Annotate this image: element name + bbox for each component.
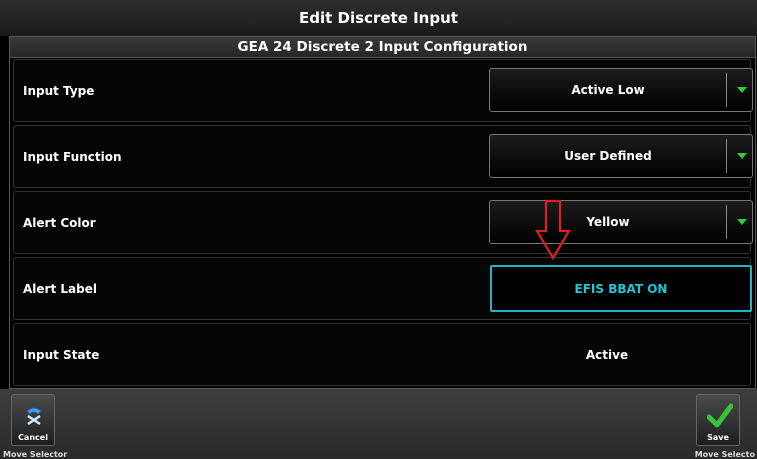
move-selector-hint-right: Move Selecto [694,450,755,459]
dropdown-separator [726,139,727,173]
row-alert-label: Alert Label EFIS BBAT ON [13,257,752,320]
config-panel: GEA 24 Discrete 2 Input Configuration In… [9,36,756,389]
input-type-label: Input Type [23,83,95,98]
down-arrow-annotation-icon [535,199,571,261]
save-label: Save [707,433,729,442]
cancel-button[interactable]: Cancel [11,394,55,446]
save-button[interactable]: Save [696,394,740,446]
dropdown-separator [726,205,727,239]
row-input-function: Input Function User Defined [13,125,753,188]
panel-header: GEA 24 Discrete 2 Input Configuration [10,37,755,58]
chevron-down-icon [737,219,747,225]
move-selector-hint-left: Move Selector [3,450,68,459]
alert-color-label: Alert Color [23,215,96,230]
input-state-value: Active [585,347,629,362]
dropdown-separator [726,73,727,107]
window-title: Edit Discrete Input [0,0,757,36]
chevron-down-icon [737,153,747,159]
checkmark-icon [707,403,733,428]
input-function-dropdown[interactable]: User Defined [489,134,753,178]
cancel-label: Cancel [18,433,48,442]
input-state-label: Input State [23,347,100,362]
input-type-value: Active Low [571,83,645,97]
softkey-bar: Cancel Save Move Selector Move Selecto [0,389,757,459]
row-input-state: Input State Active [13,323,751,386]
alert-label-label: Alert Label [23,281,97,296]
alert-label-button[interactable]: EFIS BBAT ON [490,265,752,312]
alert-color-dropdown[interactable]: Yellow [489,200,753,244]
row-alert-color: Alert Color Yellow [13,191,753,254]
input-function-label: Input Function [23,149,122,164]
chevron-down-icon [737,87,747,93]
row-input-type: Input Type Active Low [13,59,753,122]
undo-icon [26,407,42,426]
input-function-value: User Defined [564,149,652,163]
input-type-dropdown[interactable]: Active Low [489,68,753,112]
alert-color-value: Yellow [586,215,630,229]
